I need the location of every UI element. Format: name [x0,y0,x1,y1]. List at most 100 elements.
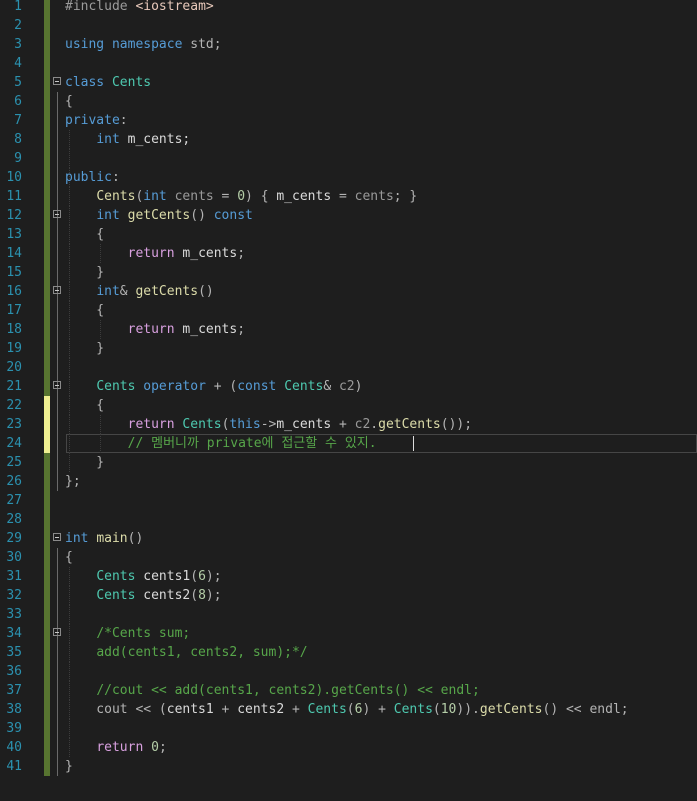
code-text[interactable]: Cents operator + (const Cents& c2) [65,377,362,396]
code-text[interactable]: public: [65,168,120,187]
line-number: 28 [6,512,22,527]
code-text[interactable]: return m_cents; [65,244,245,263]
code-token: Cents [111,75,152,90]
code-line[interactable]: 5 class Cents [0,73,697,92]
line-number: 23 [6,417,22,432]
code-line[interactable]: 16 int& getCents() [0,282,697,301]
code-token: 0 [237,189,246,204]
code-text[interactable]: { [65,301,104,320]
collapse-icon[interactable] [53,77,61,85]
code-text[interactable]: /*Cents sum; [65,624,190,643]
code-token: + ( [205,379,238,394]
code-line[interactable]: 35 add(cents1, cents2, sum);*/ [0,643,697,662]
code-token: ( [190,569,199,584]
code-token: getCents [479,702,543,717]
code-text[interactable]: private: [65,111,128,130]
code-text[interactable]: } [65,263,104,282]
code-text[interactable]: // 멤버니까 private에 접근할 수 있지. [65,434,377,453]
code-line[interactable]: 7 private: [0,111,697,130]
code-line[interactable]: 17 { [0,301,697,320]
code-text[interactable]: int main() [65,529,143,548]
code-text[interactable]: int m_cents; [65,130,190,149]
code-token: std; [182,37,222,52]
code-text[interactable]: return m_cents; [65,320,245,339]
code-line[interactable]: 32 Cents cents2(8); [0,586,697,605]
collapse-icon[interactable] [53,286,61,294]
code-line[interactable]: 14 return m_cents; [0,244,697,263]
code-line[interactable]: 8 int m_cents; [0,130,697,149]
code-line[interactable]: 22 { [0,396,697,415]
code-text[interactable]: }; [65,472,81,491]
code-line[interactable]: 26}; [0,472,697,491]
code-line[interactable]: 39 [0,719,697,738]
code-line[interactable]: 36 [0,662,697,681]
code-line[interactable]: 12 int getCents() const [0,206,697,225]
code-line[interactable]: 20 [0,358,697,377]
code-editor[interactable]: 1 #include <iostream> 2 3 using namespace st… [0,0,697,801]
code-text[interactable]: { [65,548,73,567]
code-line[interactable]: 15 } [0,263,697,282]
code-line[interactable]: 38 cout << (cents1 + cents2 + Cents(6) +… [0,700,697,719]
code-text[interactable]: return Cents(this->m_cents + c2.getCents… [65,415,472,434]
code-line[interactable]: 3 using namespace std; [0,35,697,54]
code-token: int [96,132,120,147]
code-text[interactable]: Cents(int cents = 0) { m_cents = cents; … [65,187,417,206]
code-text[interactable]: //cout << add(cents1, cents2).getCents()… [65,681,480,700]
code-line[interactable]: 4 [0,54,697,73]
code-line[interactable]: 29 int main() [0,529,697,548]
indent-guide [69,662,70,681]
code-line[interactable]: 40 return 0; [0,738,697,757]
code-text[interactable]: int& getCents() [65,282,213,301]
code-line[interactable]: 11 Cents(int cents = 0) { m_cents = cent… [0,187,697,206]
code-text[interactable]: { [65,92,73,111]
code-text[interactable]: #include <iostream> [65,0,214,16]
code-line[interactable]: 41} [0,757,697,776]
code-text[interactable]: Cents cents1(6); [65,567,221,586]
code-line[interactable]: 10 public: [0,168,697,187]
code-text[interactable]: class Cents [65,73,151,92]
code-line[interactable]: 27 [0,491,697,510]
code-text[interactable]: cout << (cents1 + cents2 + Cents(6) + Ce… [65,700,628,719]
code-line[interactable]: 23 return Cents(this->m_cents + c2.getCe… [0,415,697,434]
code-line[interactable]: 6{ [0,92,697,111]
code-line[interactable]: 24 // 멤버니까 private에 접근할 수 있지. [0,434,697,453]
code-text[interactable]: } [65,453,104,472]
code-line[interactable]: 31 Cents cents1(6); [0,567,697,586]
code-line[interactable]: 9 [0,149,697,168]
code-line[interactable]: 2 [0,16,697,35]
code-line[interactable]: 30 { [0,548,697,567]
code-token: return [96,740,144,755]
saved-change-marker [44,168,50,187]
collapse-icon[interactable] [53,381,61,389]
collapse-icon[interactable] [53,628,61,636]
code-text[interactable]: return 0; [65,738,166,757]
code-text[interactable]: } [65,339,104,358]
code-line[interactable]: 1 #include <iostream> [0,0,697,16]
fold-region-line [57,415,58,434]
code-text[interactable]: Cents cents2(8); [65,586,221,605]
code-token: ; [237,246,246,261]
code-line[interactable]: 25 } [0,453,697,472]
code-line[interactable]: 33 [0,605,697,624]
code-line[interactable]: 13 { [0,225,697,244]
collapse-icon[interactable] [53,210,61,218]
code-line[interactable]: 28 [0,510,697,529]
code-text[interactable]: { [65,225,104,244]
code-text[interactable]: int getCents() const [65,206,253,225]
unsaved-change-marker [44,434,50,453]
code-text[interactable]: { [65,396,104,415]
code-line[interactable]: 19 } [0,339,697,358]
code-token: 10 [440,702,457,717]
code-text[interactable]: add(cents1, cents2, sum);*/ [65,643,307,662]
code-line[interactable]: 18 return m_cents; [0,320,697,339]
code-line[interactable]: 37 //cout << add(cents1, cents2).getCent… [0,681,697,700]
code-text[interactable]: using namespace std; [65,35,222,54]
code-line[interactable]: 34 /*Cents sum; [0,624,697,643]
collapse-icon[interactable] [53,533,61,541]
code-line[interactable]: 21 Cents operator + (const Cents& c2) [0,377,697,396]
code-token: . [370,417,379,432]
code-text[interactable]: } [65,757,73,776]
